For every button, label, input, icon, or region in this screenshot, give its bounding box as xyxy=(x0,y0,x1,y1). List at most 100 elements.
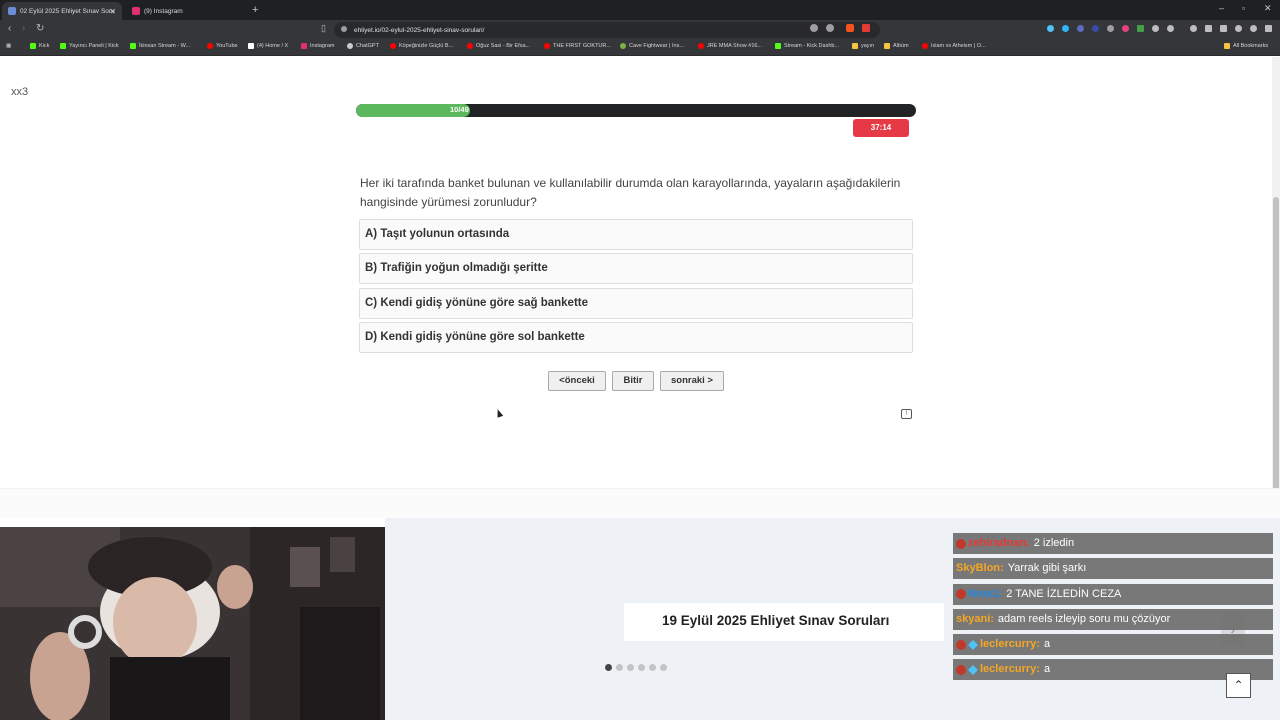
kick-icon xyxy=(775,43,781,49)
feedback-icon[interactable]: ! xyxy=(901,409,912,419)
bookmark-item[interactable]: THE FIRST GOKTUR... xyxy=(544,43,611,49)
all-bookmarks[interactable]: All Bookmarks xyxy=(1224,43,1268,49)
bookmark-label: Islam vs Atheism | O... xyxy=(931,43,986,49)
maximize-button[interactable]: ▫ xyxy=(1242,3,1245,13)
option-d[interactable]: D) Kendi gidiş yönüne göre sol bankette xyxy=(359,322,913,353)
zoom-icon[interactable] xyxy=(810,24,818,32)
option-b[interactable]: B) Trafiğin yoğun olmadığı şeritte xyxy=(359,253,913,284)
extension-icon[interactable] xyxy=(1062,25,1069,32)
bookmark-item[interactable]: yayın xyxy=(852,43,874,49)
slide-title[interactable]: 19 Eylül 2025 Ehliyet Sınav Soruları xyxy=(662,613,889,628)
chat-message: skyani: adam reels izleyip soru mu çözüy… xyxy=(953,608,1273,630)
chatgpt-icon xyxy=(347,43,353,49)
extension-icon[interactable] xyxy=(1092,25,1099,32)
subscriber-gem-icon xyxy=(968,639,978,650)
youtube-icon xyxy=(467,43,473,49)
youtube-icon xyxy=(207,43,213,49)
bookmark-item[interactable]: JRE MMA Show #16... xyxy=(698,43,762,49)
bookmark-label: Köpeğinizle Güçlü B... xyxy=(399,43,454,49)
extension-icon[interactable] xyxy=(1137,25,1144,32)
youtube-icon xyxy=(390,43,396,49)
finish-button[interactable]: Bitir xyxy=(612,371,654,391)
ehliyet-favicon-icon xyxy=(8,7,16,15)
close-tab-icon[interactable]: ✕ xyxy=(109,7,116,16)
next-button[interactable]: sonraki > xyxy=(660,371,724,391)
apps-icon[interactable]: ▦ xyxy=(6,43,11,49)
back-to-top-button[interactable]: ⌃ xyxy=(1226,673,1251,698)
browser-tab-strip: 02 Eylül 2025 Ehliyet Sınav Soru ✕ (9) I… xyxy=(0,0,1280,20)
bookmarks-bar: ▦ Kick Yayıncı Paneli | Kick İkinsan Str… xyxy=(0,40,1280,56)
bookmark-item[interactable]: (4) Home / X xyxy=(248,43,288,49)
bookmark-item[interactable]: Albüm xyxy=(884,43,909,49)
leo-icon[interactable] xyxy=(1235,25,1242,32)
share-icon[interactable] xyxy=(826,24,834,32)
option-a[interactable]: A) Taşıt yolunun ortasında xyxy=(359,219,913,250)
chat-username: Nrex1: xyxy=(968,587,1003,600)
slider-dot[interactable] xyxy=(616,664,623,671)
bookmark-item[interactable]: Islam vs Atheism | O... xyxy=(922,43,986,49)
forward-icon[interactable]: › xyxy=(22,23,25,34)
extension-icon[interactable] xyxy=(1167,25,1174,32)
site-info-icon[interactable] xyxy=(341,26,347,32)
bookmark-item[interactable]: Cave Fightwear | Ins... xyxy=(620,43,684,49)
browser-toolbar: ‹ › ↻ ▯ ehliyet.io/02-eylul-2025-ehliyet… xyxy=(0,20,1280,40)
bookmark-label: Oğuz Sasi - Bir Efsa... xyxy=(476,43,531,49)
webcam-image xyxy=(0,527,385,720)
extension-icon[interactable] xyxy=(1047,25,1054,32)
minimize-button[interactable]: – xyxy=(1219,3,1224,13)
instagram-favicon-icon xyxy=(132,7,140,15)
user-badge-icon xyxy=(956,538,966,549)
slider-dot[interactable] xyxy=(649,664,656,671)
close-window-button[interactable]: ✕ xyxy=(1264,3,1272,14)
sidebar-icon[interactable] xyxy=(1205,25,1212,32)
user-badge-icon xyxy=(956,664,966,675)
bookmark-item[interactable]: ChatGPT xyxy=(347,43,379,49)
tab-title: 02 Eylül 2025 Ehliyet Sınav Soru xyxy=(20,7,115,15)
instagram-icon xyxy=(301,43,307,49)
bookmark-item[interactable]: Instagram xyxy=(301,43,334,49)
scrollbar-thumb[interactable] xyxy=(1273,197,1279,507)
chat-username: leclercurry: xyxy=(980,638,1040,651)
folder-icon xyxy=(884,43,890,49)
bookmark-label: İkinsan Stream - W... xyxy=(139,43,191,49)
extension-icon[interactable] xyxy=(1152,25,1159,32)
back-icon[interactable]: ‹ xyxy=(8,23,11,34)
alert-icon[interactable] xyxy=(862,24,870,32)
tab-instagram[interactable]: (9) Instagram xyxy=(126,2,246,20)
slider-dot[interactable] xyxy=(660,664,667,671)
tab-ehliyet[interactable]: 02 Eylül 2025 Ehliyet Sınav Soru ✕ xyxy=(2,2,122,20)
extension-icon[interactable] xyxy=(1077,25,1084,32)
bookmark-item[interactable]: Yayıncı Paneli | Kick xyxy=(60,43,119,49)
bookmark-item[interactable]: Stream - Kick Dashb... xyxy=(775,43,839,49)
bookmark-item[interactable]: İkinsan Stream - W... xyxy=(130,43,190,49)
bookmark-icon[interactable]: ▯ xyxy=(321,23,326,34)
prev-button[interactable]: <önceki xyxy=(548,371,606,391)
bookmark-item[interactable]: Köpeğinizle Güçlü B... xyxy=(390,43,453,49)
new-tab-button[interactable]: + xyxy=(252,4,258,16)
chat-message: zehiradnan: 2 izledin xyxy=(953,533,1273,554)
media-icon[interactable] xyxy=(1190,25,1197,32)
x-icon xyxy=(248,43,254,49)
slider-dot[interactable] xyxy=(638,664,645,671)
folder-icon xyxy=(852,43,858,49)
webcam-overlay xyxy=(0,527,385,720)
extension-icon[interactable] xyxy=(1107,25,1114,32)
bookmark-item[interactable]: Kick xyxy=(30,43,49,49)
option-c[interactable]: C) Kendi gidiş yönüne göre sağ bankette xyxy=(359,288,913,319)
brave-shield-icon[interactable] xyxy=(846,24,854,32)
address-bar[interactable]: ehliyet.io/02-eylul-2025-ehliyet-sinav-s… xyxy=(334,22,880,38)
bookmark-item[interactable]: Oğuz Sasi - Bir Efsa... xyxy=(467,43,530,49)
youtube-icon xyxy=(544,43,550,49)
slider-dots xyxy=(605,664,667,671)
slider-dot[interactable] xyxy=(627,664,634,671)
slider-dot[interactable] xyxy=(605,664,612,671)
extension-icon[interactable] xyxy=(1122,25,1129,32)
tab-title: (9) Instagram xyxy=(144,7,183,15)
bookmark-label: Kick xyxy=(39,43,50,49)
bookmark-item[interactable]: YouTube xyxy=(207,43,238,49)
bookmark-label: THE FIRST GOKTUR... xyxy=(553,43,611,49)
tab-search-icon[interactable] xyxy=(1220,25,1227,32)
reload-icon[interactable]: ↻ xyxy=(36,23,44,34)
menu-icon[interactable] xyxy=(1265,25,1272,32)
wallet-icon[interactable] xyxy=(1250,25,1257,32)
